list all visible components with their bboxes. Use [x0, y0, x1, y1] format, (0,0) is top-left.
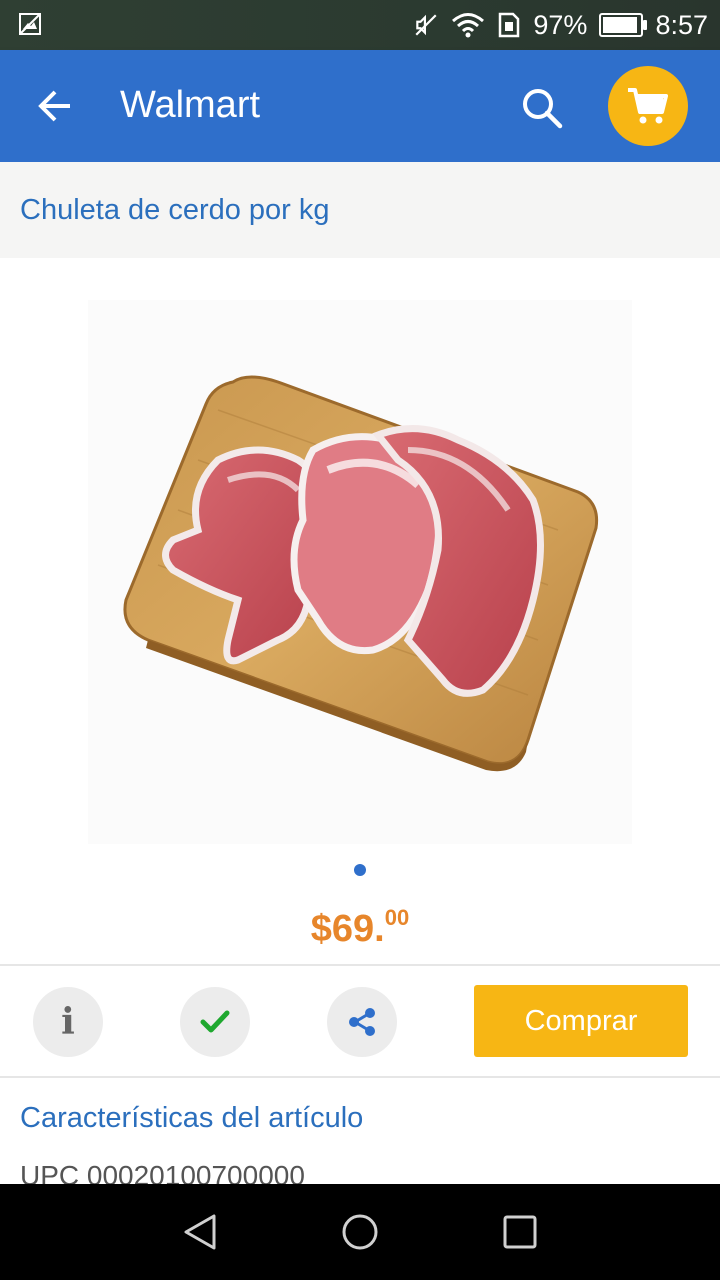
- price-cents: 00: [384, 905, 410, 930]
- price: $69.00: [0, 905, 720, 951]
- nav-back-icon[interactable]: [180, 1212, 220, 1252]
- characteristics-heading: Características del artículo: [20, 1102, 364, 1134]
- app-title: Walmart: [120, 84, 261, 126]
- cart-icon: [628, 88, 668, 124]
- pork-chop-illustration: [123, 375, 599, 772]
- battery-percent: 97%: [533, 9, 588, 40]
- price-main: $69.: [310, 908, 385, 950]
- app-bar: Walmart: [0, 50, 720, 162]
- share-button[interactable]: [327, 987, 397, 1057]
- navigation-bar: [0, 1184, 720, 1280]
- action-bar: i Comprar: [0, 964, 720, 1078]
- cart-button[interactable]: [608, 66, 688, 146]
- product-header: Chuleta de cerdo por kg: [0, 162, 720, 258]
- image-icon: [19, 13, 41, 35]
- check-button[interactable]: [180, 987, 250, 1057]
- wifi-icon: [452, 13, 485, 38]
- info-button[interactable]: i: [33, 987, 103, 1057]
- nav-recent-icon[interactable]: [500, 1212, 540, 1252]
- status-bar: 97% 8:57: [0, 0, 720, 50]
- share-icon: [349, 1008, 375, 1036]
- back-arrow-icon[interactable]: [36, 86, 76, 126]
- carousel-indicator[interactable]: [354, 864, 366, 876]
- clock: 8:57: [655, 9, 708, 40]
- buy-button[interactable]: Comprar: [474, 985, 688, 1057]
- product-title: Chuleta de cerdo por kg: [20, 194, 330, 226]
- battery-icon: [599, 13, 648, 37]
- info-icon: i: [61, 1001, 75, 1043]
- search-icon[interactable]: [520, 86, 564, 130]
- nav-home-icon[interactable]: [340, 1212, 380, 1252]
- sim-icon: [499, 12, 520, 38]
- mute-icon: [415, 14, 437, 36]
- check-icon: [200, 1010, 230, 1033]
- product-image[interactable]: [88, 300, 632, 844]
